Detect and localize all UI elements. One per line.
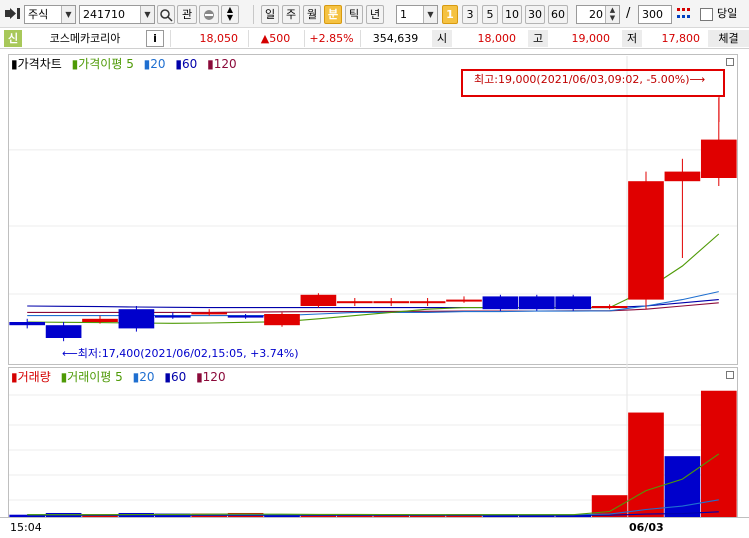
search-icon xyxy=(160,9,173,22)
legend-vma20: 20 xyxy=(139,370,155,384)
today-label: 당일 xyxy=(717,7,738,20)
chart-toolbar: 주식 ▼ 241710 ▼ 관 ▲ ▼ 일 주 월 분 틱 년 1 ▼ 1 3 5… xyxy=(0,0,749,28)
divider xyxy=(253,5,254,24)
legend-item: ▮가격차트 xyxy=(11,57,62,71)
legend-ma20: 20 xyxy=(150,57,166,71)
cycle-icon[interactable] xyxy=(199,5,219,24)
credit-tag: 신 xyxy=(4,30,22,47)
total-value: 300 xyxy=(642,8,663,21)
high-value: 19,000 xyxy=(571,32,611,45)
stock-info-bar: 신 코스메카코리아 i 18,050 ▲500 +2.85% 354,639 시… xyxy=(0,28,749,49)
minute-10[interactable]: 10 xyxy=(502,5,522,24)
minute-3[interactable]: 3 xyxy=(462,5,478,24)
change-percent: +2.85% xyxy=(304,30,358,47)
legend-item: ▮120 xyxy=(207,57,237,71)
legend-item: ▮120 xyxy=(196,370,226,384)
today-checkbox[interactable] xyxy=(700,8,713,21)
legend-item: ▮20 xyxy=(132,370,155,384)
minute-60[interactable]: 60 xyxy=(548,5,568,24)
low-value: 17,800 xyxy=(661,32,701,45)
count-value: 20 xyxy=(589,8,603,21)
stock-code-value: 241710 xyxy=(83,8,125,21)
stock-code-input[interactable]: 241710 ▼ xyxy=(79,5,155,24)
stock-name: 코스메카코리아 xyxy=(49,32,121,45)
chevron-down-icon[interactable]: ▼ xyxy=(140,6,154,23)
legend-item: ▮가격이평 5 xyxy=(71,57,134,71)
open-label: 시 xyxy=(432,30,452,47)
period-year[interactable]: 년 xyxy=(366,5,384,24)
info-button[interactable]: i xyxy=(146,30,164,47)
search-button[interactable] xyxy=(157,5,175,24)
legend-item: ▮60 xyxy=(175,57,198,71)
panel-maximize-icon[interactable] xyxy=(726,58,734,66)
price-legend: ▮가격차트 ▮가격이평 5 ▮20 ▮60 ▮120 xyxy=(11,56,243,72)
legend-ma5: 가격이평 5 xyxy=(78,57,134,71)
legend-item: ▮거래이평 5 xyxy=(60,370,123,384)
low-annotation: ⟵최저:17,400(2021/06/02,15:05, +3.74%) xyxy=(62,347,299,360)
period-tick[interactable]: 틱 xyxy=(345,5,363,24)
interval-select[interactable]: 1 ▼ xyxy=(396,5,438,24)
price-panel: ▮가격차트 ▮가격이평 5 ▮20 ▮60 ▮120 xyxy=(8,54,738,365)
minute-1[interactable]: 1 xyxy=(442,5,458,24)
x-axis: 15:04 06/03 xyxy=(0,517,749,538)
market-select-value: 주식 xyxy=(28,8,49,21)
open-value: 18,000 xyxy=(477,32,517,45)
minute-5[interactable]: 5 xyxy=(482,5,498,24)
legend-item: ▮거래량 xyxy=(11,370,51,384)
legend-vma5: 거래이평 5 xyxy=(67,370,123,384)
market-select[interactable]: 주식 ▼ xyxy=(24,5,76,24)
count-separator: / xyxy=(626,6,631,21)
legend-item: ▮60 xyxy=(164,370,187,384)
stepper-button[interactable]: ▲ ▼ xyxy=(221,5,239,24)
high-label: 고 xyxy=(528,30,548,47)
x-date-label: 06/03 xyxy=(629,521,664,534)
count-input[interactable]: 20 ▲ ▼ xyxy=(576,5,620,24)
legend-item: ▮20 xyxy=(143,57,166,71)
legend-ma120: 120 xyxy=(213,57,237,71)
period-minute[interactable]: 분 xyxy=(324,5,342,24)
spin-icon[interactable]: ▲ ▼ xyxy=(605,6,619,23)
total-input[interactable]: 300 xyxy=(638,5,672,24)
legend-vma60: 60 xyxy=(170,370,187,384)
volume-legend: ▮거래량 ▮거래이평 5 ▮20 ▮60 ▮120 xyxy=(11,369,232,385)
current-price: 18,050 xyxy=(170,30,246,47)
interval-value: 1 xyxy=(400,8,407,21)
panel-maximize-icon[interactable] xyxy=(726,371,734,379)
minute-30[interactable]: 30 xyxy=(525,5,545,24)
high-annotation: 최고:19,000(2021/06/03,09:02, -5.00%)⟶ xyxy=(474,73,706,86)
chevron-down-icon[interactable]: ▼ xyxy=(423,6,437,23)
volume-value: 354,639 xyxy=(360,30,430,47)
legend-vma120: 120 xyxy=(202,370,226,384)
period-day[interactable]: 일 xyxy=(261,5,279,24)
price-change: ▲500 xyxy=(248,30,302,47)
low-label: 저 xyxy=(622,30,642,47)
interest-button[interactable]: 관 xyxy=(177,5,197,24)
x-tick-label: 15:04 xyxy=(10,521,42,534)
period-week[interactable]: 주 xyxy=(282,5,300,24)
legend-volume: 거래량 xyxy=(17,370,51,384)
arrow-in-icon[interactable] xyxy=(4,5,24,24)
legend-price: 가격차트 xyxy=(17,57,62,71)
volume-panel: ▮거래량 ▮거래이평 5 ▮20 ▮60 ▮120 xyxy=(8,367,738,519)
trade-label: 체결 xyxy=(708,30,749,47)
chevron-down-icon[interactable]: ▼ xyxy=(61,6,75,23)
grid-dots-icon[interactable] xyxy=(675,5,691,24)
legend-ma60: 60 xyxy=(182,57,198,71)
period-month[interactable]: 월 xyxy=(303,5,321,24)
